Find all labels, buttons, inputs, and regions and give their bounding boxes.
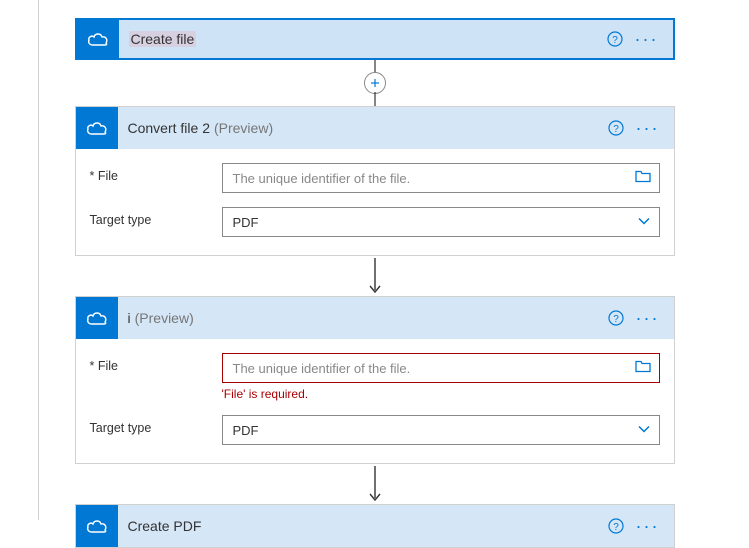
preview-tag: (Preview) <box>135 310 194 326</box>
card-title-text: Convert file 2 <box>128 120 210 136</box>
card-title: i (Preview) <box>118 310 608 326</box>
field-row-target-type: Target type PDF <box>90 207 660 237</box>
card-title-text: i <box>128 310 131 326</box>
onedrive-icon <box>76 297 118 339</box>
menu-icon[interactable]: ··· <box>636 119 660 137</box>
menu-icon[interactable]: ··· <box>636 309 660 327</box>
folder-picker-icon[interactable] <box>635 360 651 377</box>
help-icon[interactable]: ? <box>607 31 623 47</box>
card-create-file: Create file ? ··· <box>75 18 675 60</box>
folder-picker-icon[interactable] <box>635 170 651 187</box>
file-error-message: 'File' is required. <box>222 387 660 401</box>
file-placeholder: The unique identifier of the file. <box>233 171 411 186</box>
svg-text:?: ? <box>612 35 618 46</box>
svg-text:?: ? <box>613 314 619 325</box>
card-title-text: Create PDF <box>128 518 202 534</box>
card-header-i[interactable]: i (Preview) ? ··· <box>76 297 674 339</box>
card-header-create-file[interactable]: Create file ? ··· <box>75 18 675 60</box>
svg-text:?: ? <box>613 522 619 533</box>
panel-left-border <box>38 0 39 520</box>
field-label-file: * File <box>90 353 222 373</box>
card-body-i: * File The unique identifier of the file… <box>76 339 674 463</box>
help-icon[interactable]: ? <box>608 120 624 136</box>
card-i: i (Preview) ? ··· * File The unique iden… <box>75 296 675 464</box>
file-placeholder: The unique identifier of the file. <box>233 361 411 376</box>
help-icon[interactable]: ? <box>608 518 624 534</box>
connector-1 <box>75 60 675 106</box>
field-row-file: * File The unique identifier of the file… <box>90 163 660 193</box>
field-row-file: * File The unique identifier of the file… <box>90 353 660 401</box>
chevron-down-icon <box>637 423 651 438</box>
onedrive-icon <box>76 505 118 547</box>
arrow-icon <box>365 464 385 504</box>
target-type-value: PDF <box>233 423 259 438</box>
chevron-down-icon <box>637 215 651 230</box>
onedrive-icon <box>77 20 119 58</box>
file-input[interactable]: The unique identifier of the file. <box>222 353 660 383</box>
card-convert-file-2: Convert file 2 (Preview) ? ··· * File Th… <box>75 106 675 256</box>
header-actions: ? ··· <box>608 119 666 137</box>
flow-canvas: Create file ? ··· Convert file 2 (Previe <box>0 0 749 548</box>
card-header-convert-file-2[interactable]: Convert file 2 (Preview) ? ··· <box>76 107 674 149</box>
connector-3 <box>75 464 675 504</box>
card-title: Create PDF <box>118 518 608 534</box>
add-step-button[interactable] <box>364 72 386 94</box>
field-label-target: Target type <box>90 207 222 227</box>
onedrive-icon <box>76 107 118 149</box>
preview-tag: (Preview) <box>214 120 273 136</box>
card-title: Create file <box>119 31 607 47</box>
help-icon[interactable]: ? <box>608 310 624 326</box>
card-header-create-pdf[interactable]: Create PDF ? ··· <box>76 505 674 547</box>
arrow-icon <box>365 256 385 296</box>
target-type-value: PDF <box>233 215 259 230</box>
card-title: Convert file 2 (Preview) <box>118 120 608 136</box>
card-create-pdf: Create PDF ? ··· <box>75 504 675 548</box>
target-type-select[interactable]: PDF <box>222 207 660 237</box>
target-type-select[interactable]: PDF <box>222 415 660 445</box>
header-actions: ? ··· <box>607 30 665 48</box>
menu-icon[interactable]: ··· <box>635 30 659 48</box>
file-input[interactable]: The unique identifier of the file. <box>222 163 660 193</box>
connector-2 <box>75 256 675 296</box>
field-label-file: * File <box>90 163 222 183</box>
card-body-convert-file-2: * File The unique identifier of the file… <box>76 149 674 255</box>
card-title-text: Create file <box>129 31 197 47</box>
header-actions: ? ··· <box>608 309 666 327</box>
svg-text:?: ? <box>613 124 619 135</box>
field-label-target: Target type <box>90 415 222 435</box>
connector-line <box>365 92 385 106</box>
field-row-target-type: Target type PDF <box>90 415 660 445</box>
